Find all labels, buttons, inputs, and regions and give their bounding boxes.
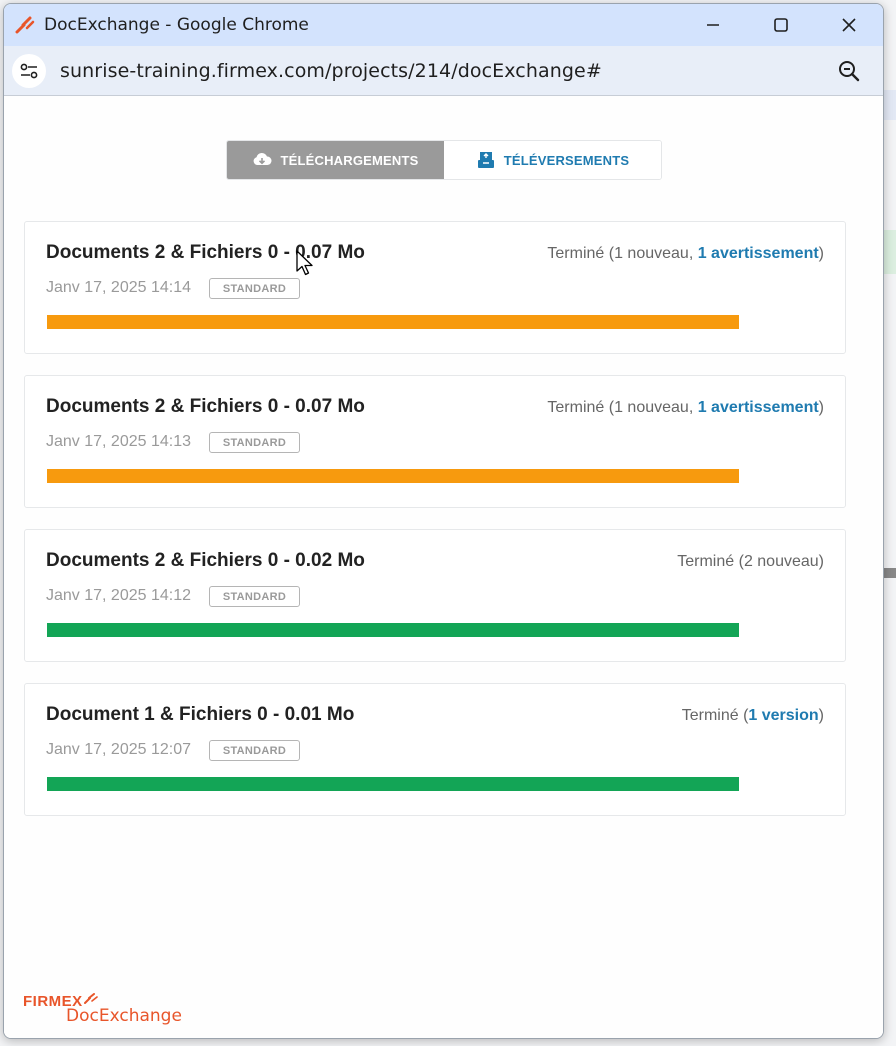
- download-card[interactable]: Documents 2 & Fichiers 0 - 0.02 Mo Janv …: [24, 529, 846, 662]
- bg-strip: [882, 230, 896, 274]
- status-label: Terminé: [547, 399, 605, 416]
- progress-bar: [47, 623, 739, 637]
- minimize-button[interactable]: [679, 4, 747, 46]
- status-close: ): [818, 399, 824, 416]
- status-label: Terminé: [681, 707, 739, 724]
- status-open: (1 nouveau,: [608, 245, 698, 262]
- status-badge: STANDARD: [209, 740, 300, 761]
- download-card[interactable]: Documents 2 & Fichiers 0 - 0.07 Mo Janv …: [24, 375, 846, 508]
- progress-fill: [47, 315, 739, 329]
- card-status: Terminé (2 nouveau): [677, 553, 824, 571]
- download-card[interactable]: Document 1 & Fichiers 0 - 0.01 Mo Janv 1…: [24, 683, 846, 816]
- close-icon: [842, 18, 856, 32]
- card-status: Terminé (1 nouveau, 1 avertissement): [547, 399, 824, 417]
- site-settings-icon: [20, 63, 38, 78]
- download-card[interactable]: Documents 2 & Fichiers 0 - 0.07 Mo Janv …: [24, 221, 846, 354]
- title-bar[interactable]: DocExchange - Google Chrome: [4, 4, 883, 46]
- status-close: ): [818, 245, 824, 262]
- card-title: Documents 2 & Fichiers 0 - 0.02 Mo: [46, 550, 365, 571]
- mouse-cursor-icon: [296, 250, 316, 283]
- card-status: Terminé (1 version): [682, 707, 824, 725]
- status-label: Terminé: [547, 245, 605, 262]
- minimize-icon: [707, 24, 719, 26]
- site-info-button[interactable]: [12, 53, 46, 88]
- card-title: Documents 2 & Fichiers 0 - 0.07 Mo: [46, 396, 365, 417]
- brand-product: DocExchange: [66, 1006, 182, 1026]
- firmex-logo-icon: [14, 14, 36, 36]
- card-status: Terminé (1 nouveau, 1 avertissement): [547, 245, 824, 263]
- status-open: (1 nouveau,: [608, 399, 698, 416]
- progress-bar: [47, 469, 739, 483]
- window-title: DocExchange - Google Chrome: [44, 15, 309, 35]
- status-close: ): [818, 707, 824, 724]
- card-title: Document 1 & Fichiers 0 - 0.01 Mo: [46, 704, 355, 725]
- tab-downloads[interactable]: TÉLÉCHARGEMENTS: [227, 141, 444, 179]
- maximize-button[interactable]: [747, 4, 815, 46]
- url-text[interactable]: sunrise-training.firmex.com/projects/214…: [60, 60, 602, 82]
- tab-uploads[interactable]: TÉLÉVERSEMENTS: [444, 141, 661, 179]
- warning-link[interactable]: 1 avertissement: [698, 245, 819, 262]
- page-content: TÉLÉCHARGEMENTS TÉLÉVERSEMENTS Documents…: [4, 96, 883, 1038]
- progress-fill: [47, 777, 739, 791]
- tab-uploads-label: TÉLÉVERSEMENTS: [503, 152, 630, 168]
- status-open: (2 nouveau): [738, 553, 824, 570]
- maximize-icon: [774, 18, 788, 32]
- version-link[interactable]: 1 version: [748, 707, 818, 724]
- address-bar: sunrise-training.firmex.com/projects/214…: [4, 46, 883, 96]
- close-button[interactable]: [815, 4, 883, 46]
- progress-bar: [47, 777, 739, 791]
- cloud-download-icon: [252, 152, 272, 168]
- upload-tray-icon: [476, 151, 496, 169]
- footer-logo: FIRMEX DocExchange: [23, 993, 182, 1026]
- bg-strip: [882, 90, 896, 120]
- browser-window: DocExchange - Google Chrome sunrise-trai…: [3, 3, 884, 1039]
- progress-fill: [47, 623, 739, 637]
- status-label: Terminé: [677, 553, 735, 570]
- progress-fill: [47, 469, 739, 483]
- tab-downloads-label: TÉLÉCHARGEMENTS: [280, 152, 419, 168]
- card-date: Janv 17, 2025 14:13: [46, 433, 192, 450]
- warning-link[interactable]: 1 avertissement: [698, 399, 819, 416]
- zoom-icon[interactable]: [837, 59, 861, 88]
- progress-bar: [47, 315, 739, 329]
- firmex-mark-icon: [83, 993, 98, 1004]
- card-title: Documents 2 & Fichiers 0 - 0.07 Mo: [46, 242, 365, 263]
- bg-strip: [882, 568, 896, 578]
- card-date: Janv 17, 2025 14:12: [46, 587, 192, 604]
- transfer-tabs: TÉLÉCHARGEMENTS TÉLÉVERSEMENTS: [226, 140, 662, 180]
- status-badge: STANDARD: [209, 432, 300, 453]
- card-date: Janv 17, 2025 12:07: [46, 741, 192, 758]
- status-badge: STANDARD: [209, 278, 300, 299]
- card-date: Janv 17, 2025 14:14: [46, 279, 192, 296]
- status-badge: STANDARD: [209, 586, 300, 607]
